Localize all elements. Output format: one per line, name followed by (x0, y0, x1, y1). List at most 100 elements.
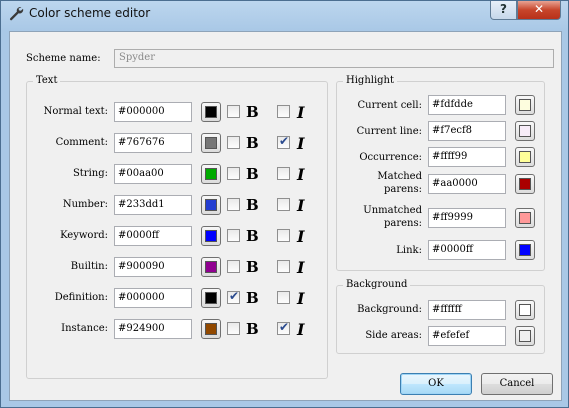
color-swatch-button[interactable] (201, 226, 221, 246)
bold-label: B (246, 103, 259, 121)
italic-checkbox[interactable] (277, 291, 290, 304)
color-swatch-button[interactable] (201, 319, 221, 339)
color-swatch (205, 199, 217, 211)
bold-checkbox[interactable] (227, 198, 240, 211)
italic-label: I (297, 258, 305, 277)
cancel-button[interactable]: Cancel (481, 373, 553, 395)
italic-label: I (297, 103, 305, 122)
color-swatch-button[interactable] (515, 326, 535, 346)
highlight-row-label: Link: (396, 245, 422, 256)
bold-label: B (246, 165, 259, 183)
color-swatch-button[interactable] (515, 174, 535, 194)
italic-checkbox[interactable]: ✔ (277, 320, 290, 335)
color-swatch (519, 151, 531, 163)
bold-label: B (246, 320, 259, 338)
text-group-title: Text (33, 75, 61, 86)
color-hex-input[interactable]: #900090 (114, 257, 192, 277)
bold-label: B (246, 196, 259, 214)
text-row-label: Builtin: (70, 261, 108, 272)
color-hex-input[interactable]: #0000ff (114, 226, 192, 246)
color-swatch (205, 261, 217, 273)
bold-checkbox[interactable] (227, 105, 240, 118)
italic-checkbox[interactable] (277, 260, 290, 273)
color-swatch-button[interactable] (201, 257, 221, 277)
highlight-group-title: Highlight (343, 75, 398, 86)
background-row-label: Side areas: (365, 330, 422, 341)
bold-label: B (246, 258, 259, 276)
bold-checkbox[interactable] (227, 229, 240, 242)
color-swatch (205, 230, 217, 242)
wrench-icon (9, 7, 24, 21)
color-swatch (519, 244, 531, 256)
italic-label: I (297, 134, 305, 153)
checkmark-icon: ✔ (229, 289, 240, 303)
italic-checkbox[interactable] (277, 105, 290, 118)
color-swatch-button[interactable] (201, 102, 221, 122)
window-title: Color scheme editor (29, 6, 151, 20)
color-swatch (519, 304, 531, 316)
ok-button[interactable]: OK (400, 373, 472, 395)
color-hex-input[interactable]: #0000ff (428, 240, 506, 260)
scheme-name-label: Scheme name: (26, 53, 101, 64)
bold-label: B (246, 289, 259, 307)
italic-label: I (297, 289, 305, 308)
color-swatch-button[interactable] (515, 95, 535, 115)
color-hex-input[interactable]: #924900 (114, 319, 192, 339)
color-swatch-button[interactable] (201, 288, 221, 308)
text-row-label: String: (72, 168, 108, 179)
text-row-label: Number: (62, 199, 108, 210)
text-row-label: Instance: (61, 323, 108, 334)
color-hex-input[interactable]: #efefef (428, 326, 506, 346)
highlight-row-label: Current line: (356, 126, 422, 137)
color-hex-input[interactable]: #233dd1 (114, 195, 192, 215)
italic-label: I (297, 165, 305, 184)
close-button[interactable]: ✕ (517, 1, 561, 20)
color-hex-input[interactable]: #ff9999 (428, 208, 506, 228)
italic-checkbox[interactable] (277, 167, 290, 180)
color-swatch (205, 137, 217, 149)
color-scheme-editor-window: Color scheme editor ? ✕ Scheme name: Spy… (0, 0, 569, 408)
color-swatch-button[interactable] (201, 164, 221, 184)
help-button[interactable]: ? (490, 1, 517, 20)
bold-checkbox[interactable] (227, 260, 240, 273)
color-swatch (205, 168, 217, 180)
italic-checkbox[interactable] (277, 198, 290, 211)
bold-checkbox[interactable] (227, 167, 240, 180)
color-hex-input[interactable]: #ffff99 (428, 147, 506, 167)
color-swatch-button[interactable] (515, 300, 535, 320)
color-hex-input[interactable]: #00aa00 (114, 164, 192, 184)
color-hex-input[interactable]: #aa0000 (428, 174, 506, 194)
color-swatch (519, 99, 531, 111)
color-swatch (519, 178, 531, 190)
color-swatch-button[interactable] (515, 240, 535, 260)
scheme-name-field[interactable]: Spyder (114, 49, 554, 68)
color-swatch (205, 106, 217, 118)
highlight-row-label: Occurrence: (359, 152, 422, 163)
background-row-label: Background: (357, 304, 422, 315)
highlight-row-label: Unmatched parens: (363, 205, 422, 229)
color-swatch-button[interactable] (515, 121, 535, 141)
color-hex-input[interactable]: #ffffff (428, 300, 506, 320)
color-swatch (205, 323, 217, 335)
title-bar[interactable]: Color scheme editor ? ✕ (1, 1, 568, 27)
color-swatch (519, 330, 531, 342)
color-swatch (205, 292, 217, 304)
color-hex-input[interactable]: #767676 (114, 133, 192, 153)
color-hex-input[interactable]: #000000 (114, 102, 192, 122)
bold-checkbox[interactable]: ✔ (227, 289, 240, 304)
highlight-row-label: Matched parens: (377, 171, 422, 195)
italic-label: I (297, 227, 305, 246)
italic-checkbox[interactable] (277, 229, 290, 242)
color-swatch-button[interactable] (515, 208, 535, 228)
bold-checkbox[interactable] (227, 322, 240, 335)
color-hex-input[interactable]: #f7ecf8 (428, 121, 506, 141)
color-hex-input[interactable]: #fdfdde (428, 95, 506, 115)
italic-label: I (297, 196, 305, 215)
color-hex-input[interactable]: #000000 (114, 288, 192, 308)
bold-checkbox[interactable] (227, 136, 240, 149)
color-swatch-button[interactable] (201, 133, 221, 153)
color-swatch-button[interactable] (201, 195, 221, 215)
italic-checkbox[interactable]: ✔ (277, 134, 290, 149)
dialog-body: Scheme name: Spyder Text Highlight Backg… (9, 31, 562, 401)
color-swatch-button[interactable] (515, 147, 535, 167)
